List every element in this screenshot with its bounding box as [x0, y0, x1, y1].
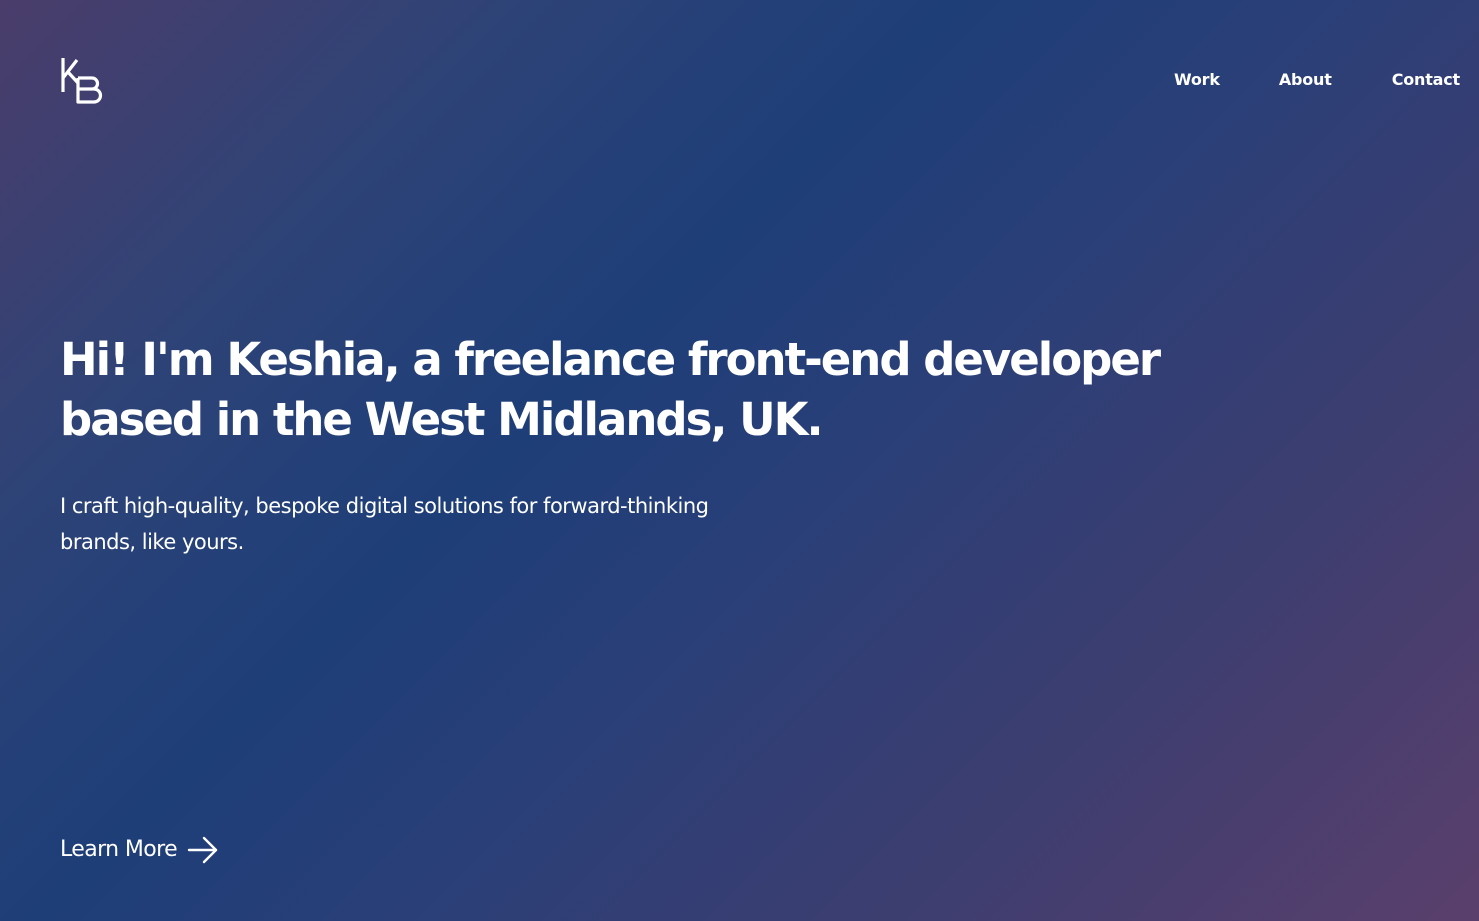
- arrow-right-icon: [187, 836, 218, 864]
- site-header: Work About Contact: [0, 0, 1479, 160]
- hero-title: Hi! I'm Keshia, a freelance front-end de…: [60, 333, 1161, 446]
- kb-logo-icon: [61, 58, 103, 104]
- main-nav: Work About Contact: [1174, 69, 1460, 91]
- learn-more-label: Learn More: [60, 837, 178, 862]
- learn-more-link[interactable]: Learn More: [60, 833, 219, 867]
- nav-link-about[interactable]: About: [1279, 69, 1332, 91]
- nav-link-contact[interactable]: Contact: [1392, 69, 1461, 91]
- nav-link-work[interactable]: Work: [1174, 69, 1220, 91]
- hero-section: Hi! I'm Keshia, a freelance front-end de…: [60, 330, 1260, 560]
- hero-subtitle: I craft high-quality, bespoke digital so…: [60, 494, 709, 554]
